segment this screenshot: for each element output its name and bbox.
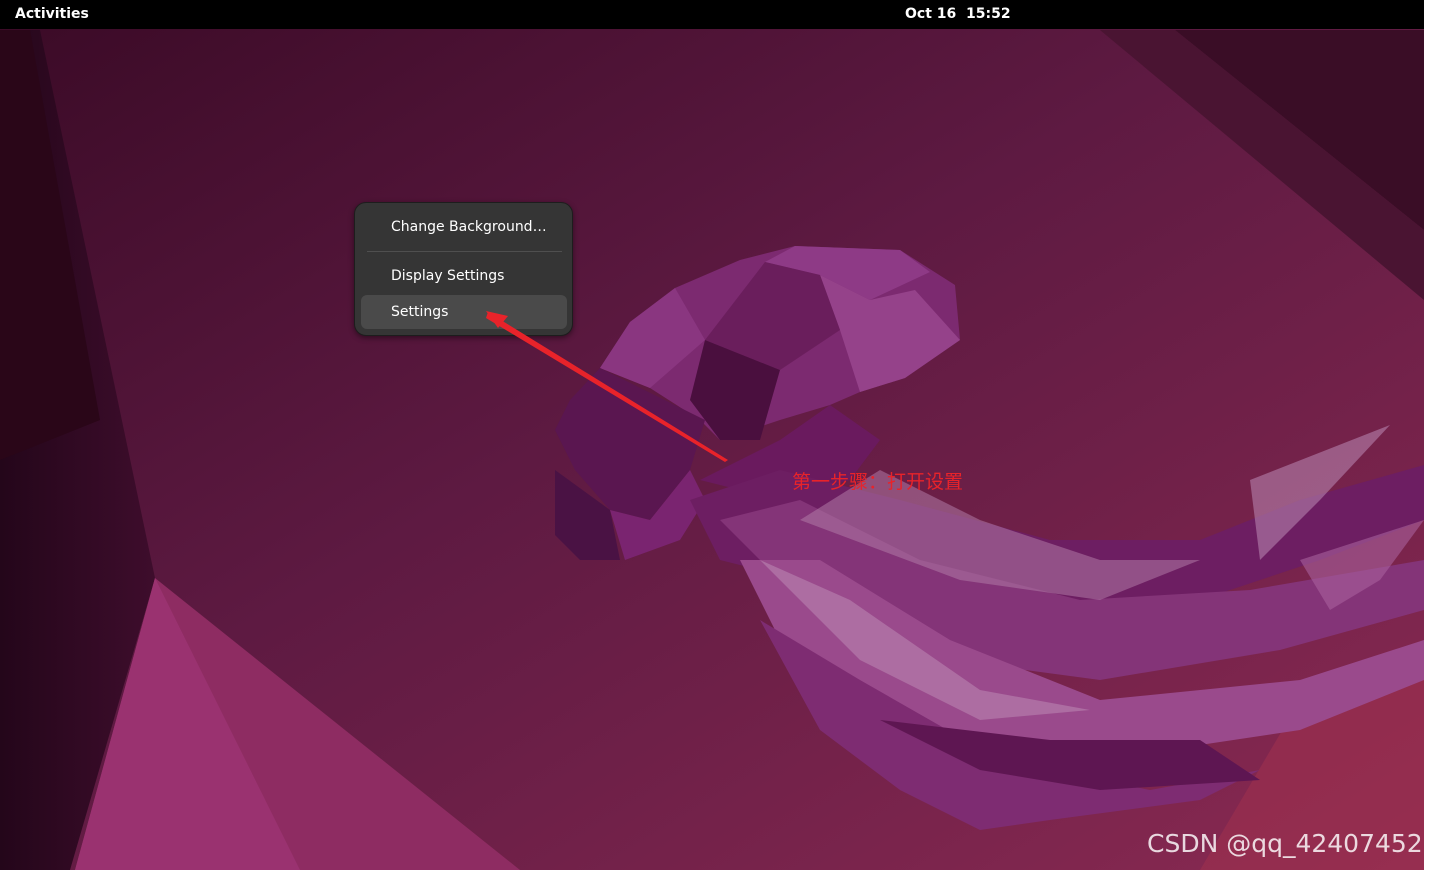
desktop[interactable]: Activities Oct 16 15:52 Change Backgroun…	[0, 0, 1431, 870]
top-bar: Activities Oct 16 15:52	[0, 0, 1424, 29]
annotation-label: 第一步骤：打开设置	[792, 471, 964, 493]
desktop-context-menu: Change Background… Display Settings Sett…	[354, 202, 573, 336]
screen-edge	[1424, 0, 1431, 870]
menu-item-change-background[interactable]: Change Background…	[361, 210, 567, 244]
menu-item-label: Display Settings	[391, 268, 505, 284]
activities-button[interactable]: Activities	[15, 5, 89, 23]
menu-item-display-settings[interactable]: Display Settings	[361, 259, 567, 293]
desktop-wallpaper	[0, 0, 1431, 870]
clock-button[interactable]: Oct 16 15:52	[905, 5, 1011, 23]
menu-item-settings[interactable]: Settings	[361, 295, 567, 329]
menu-separator	[367, 251, 562, 252]
menu-item-label: Settings	[391, 304, 449, 320]
menu-item-label: Change Background…	[391, 219, 547, 235]
watermark: CSDN @qq_42407452	[1147, 829, 1423, 858]
